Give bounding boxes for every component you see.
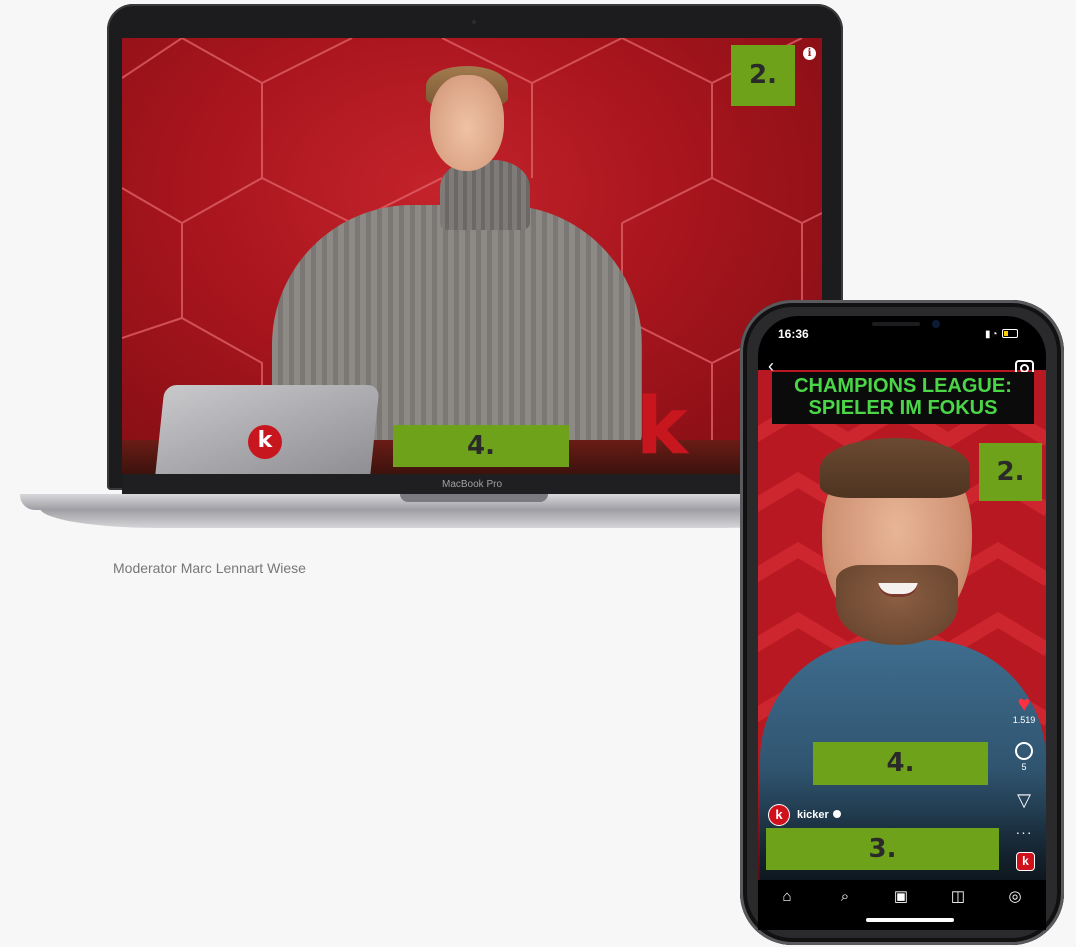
like-count: 1.519 (1012, 715, 1036, 725)
shop-icon[interactable]: ◫ (949, 888, 967, 906)
home-indicator[interactable] (866, 918, 954, 922)
annotation-tag-4-laptop: 4. (393, 425, 569, 467)
wifi-icon: ◔ (991, 329, 999, 340)
presenter-head (430, 75, 504, 171)
speaker-hair (820, 438, 970, 498)
laptop-video-screen[interactable]: k k (122, 38, 822, 474)
heart-icon[interactable]: ♥ (1009, 693, 1039, 715)
phone-notch (818, 316, 986, 342)
reel-headline: CHAMPIONS LEAGUE: SPIELER IM FOKUS (772, 372, 1034, 424)
notch-speaker (872, 322, 920, 326)
reels-icon[interactable]: ▣ (892, 888, 910, 906)
share-action[interactable]: ▽ (1009, 790, 1039, 811)
annotation-tag-3-phone: 3. (766, 828, 999, 870)
comment-count: 5 (1021, 762, 1027, 772)
search-icon[interactable]: ⌕ (836, 888, 854, 906)
macbook-label: MacBook Pro (122, 474, 822, 496)
info-icon[interactable]: i (803, 47, 816, 60)
like-action[interactable]: ♥ 1.519 (1009, 693, 1039, 726)
status-icons: ▮◔ (985, 328, 1019, 340)
account-name-text[interactable]: kicker (797, 809, 829, 821)
comment-icon[interactable] (1015, 742, 1033, 760)
kicker-logo-round: k (248, 425, 282, 459)
account-name[interactable]: kicker (797, 809, 841, 821)
verified-icon (832, 810, 841, 818)
more-action[interactable]: ··· (1009, 824, 1039, 840)
kicker-logo-letter: k (636, 382, 688, 472)
audio-badge-icon[interactable]: k (1016, 852, 1035, 871)
comment-action[interactable]: 5 (1009, 742, 1039, 772)
home-icon[interactable]: ⌂ (778, 888, 796, 906)
profile-icon[interactable]: ◎ (1006, 888, 1024, 906)
battery-icon (1002, 329, 1019, 338)
more-dots-icon[interactable]: ··· (1016, 824, 1033, 840)
laptop-base-shadow (40, 508, 840, 528)
annotation-tag-4-phone: 4. (813, 742, 988, 785)
annotation-tag-2-laptop: 2. (731, 45, 795, 106)
status-time: 16:36 (778, 327, 809, 341)
headline-line-1: CHAMPIONS LEAGUE: (794, 375, 1012, 397)
profile-avatar[interactable]: k (769, 805, 789, 825)
annotation-tag-2-phone: 2. (979, 443, 1042, 501)
image-caption: Moderator Marc Lennart Wiese (113, 560, 306, 576)
laptop-camera (472, 20, 476, 24)
speaker-beard (836, 565, 958, 645)
front-camera (932, 320, 940, 328)
laptop-base-notch (400, 494, 548, 502)
presenter-collar (440, 160, 530, 230)
send-icon[interactable]: ▽ (1017, 790, 1031, 810)
headline-line-2: SPIELER IM FOKUS (808, 397, 998, 419)
